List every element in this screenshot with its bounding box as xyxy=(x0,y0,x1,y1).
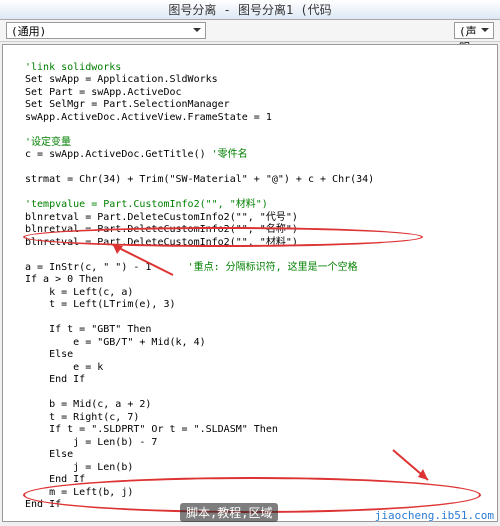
toolbar: (通用) (声明 xyxy=(0,20,500,42)
code-content: 'link solidworks Set swApp = Application… xyxy=(25,49,495,522)
watermark-right: jiaocheng.ib51.com xyxy=(375,509,494,522)
proc-dropdown[interactable]: (声明 xyxy=(454,22,494,39)
window-title: 图号分离 - 图号分离1 (代码 xyxy=(0,0,500,20)
watermark-center: 脚本,教程,区域 xyxy=(180,503,278,522)
scope-dropdown[interactable]: (通用) xyxy=(6,22,206,39)
code-editor[interactable]: 'link solidworks Set swApp = Application… xyxy=(2,44,498,522)
